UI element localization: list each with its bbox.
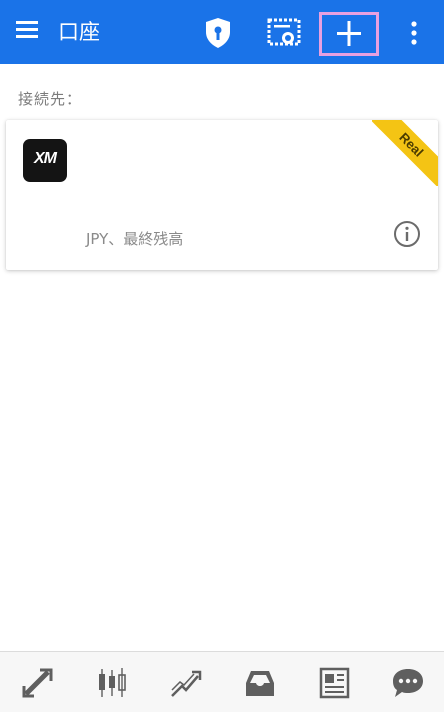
account-balance-text: JPY、最終残高 xyxy=(86,230,184,248)
chat-icon xyxy=(393,669,423,697)
plus-icon xyxy=(337,21,361,46)
tab-trade[interactable] xyxy=(0,652,74,712)
shield-icon xyxy=(206,18,230,48)
tab-inbox[interactable] xyxy=(222,652,296,712)
inbox-icon xyxy=(246,671,274,696)
broker-logo: XM xyxy=(23,139,67,182)
menu-icon xyxy=(16,21,38,38)
more-options-button[interactable] xyxy=(400,12,428,52)
broker-logo-text: XM xyxy=(34,150,57,167)
shield-button[interactable] xyxy=(198,12,238,52)
app-bar: 口座 xyxy=(0,0,444,64)
info-icon xyxy=(394,221,420,247)
account-info-button[interactable] xyxy=(393,220,421,248)
connected-to-label: 接続先： xyxy=(18,90,83,108)
menu-button[interactable] xyxy=(14,18,50,46)
account-card[interactable]: XM Real JPY、最終残高 xyxy=(6,120,438,270)
candlestick-icon xyxy=(99,668,126,697)
trade-arrows-icon xyxy=(22,668,53,698)
more-vert-icon xyxy=(411,21,417,45)
trend-chart-icon xyxy=(171,670,202,697)
real-badge: Real xyxy=(372,120,438,186)
real-badge-label: Real xyxy=(372,120,438,186)
certificate-button[interactable] xyxy=(264,12,304,52)
add-account-button[interactable] xyxy=(319,12,379,56)
page-title: 口座 xyxy=(58,20,100,44)
certificate-icon xyxy=(267,18,301,46)
news-icon xyxy=(319,667,350,699)
tab-trend[interactable] xyxy=(148,652,222,712)
tab-charts[interactable] xyxy=(74,652,148,712)
bottom-navigation xyxy=(0,651,444,712)
tab-chat[interactable] xyxy=(370,652,444,712)
tab-news[interactable] xyxy=(296,652,370,712)
